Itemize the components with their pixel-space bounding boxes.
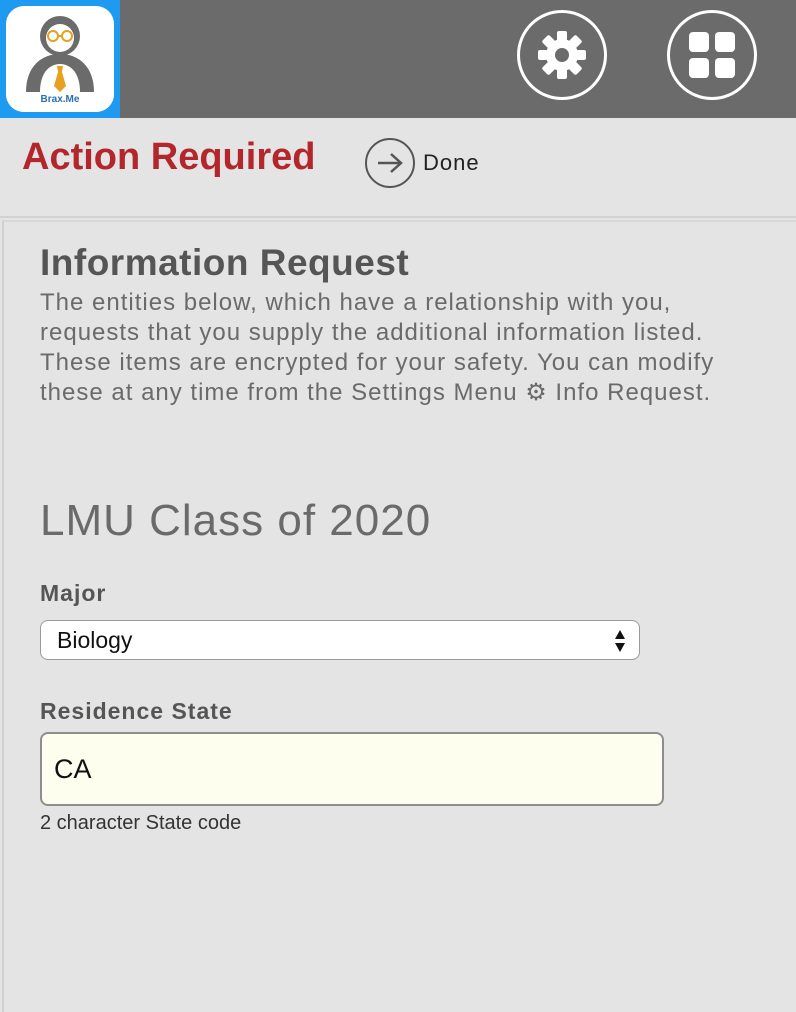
major-select-value: Biology — [57, 626, 133, 653]
group-title: LMU Class of 2020 — [40, 496, 432, 545]
page-title: Action Required — [22, 136, 316, 178]
gear-icon — [538, 31, 586, 79]
done-button[interactable]: Done — [365, 138, 480, 188]
residence-state-input[interactable] — [40, 732, 664, 806]
info-request-panel: Information Request The entities below, … — [2, 220, 796, 1012]
done-label: Done — [423, 150, 480, 175]
residence-state-label: Residence State — [40, 698, 233, 724]
major-select[interactable]: Biology — [40, 620, 640, 660]
residence-state-hint: 2 character State code — [40, 812, 242, 834]
arrow-right-icon — [365, 138, 415, 188]
info-request-description: The entities below, which have a relatio… — [40, 289, 715, 406]
settings-button[interactable] — [517, 10, 607, 100]
info-request-title: Information Request — [40, 242, 410, 283]
apps-button[interactable] — [667, 10, 757, 100]
header-row: Action Required Done — [0, 118, 796, 218]
logo-text: Brax.Me — [40, 94, 80, 105]
top-bar: Brax.Me — [0, 0, 796, 118]
major-label: Major — [40, 580, 107, 606]
grid-icon — [689, 32, 735, 78]
logo-image: Brax.Me — [6, 6, 114, 112]
app-logo[interactable]: Brax.Me — [0, 0, 120, 118]
select-arrows-icon — [615, 630, 625, 652]
